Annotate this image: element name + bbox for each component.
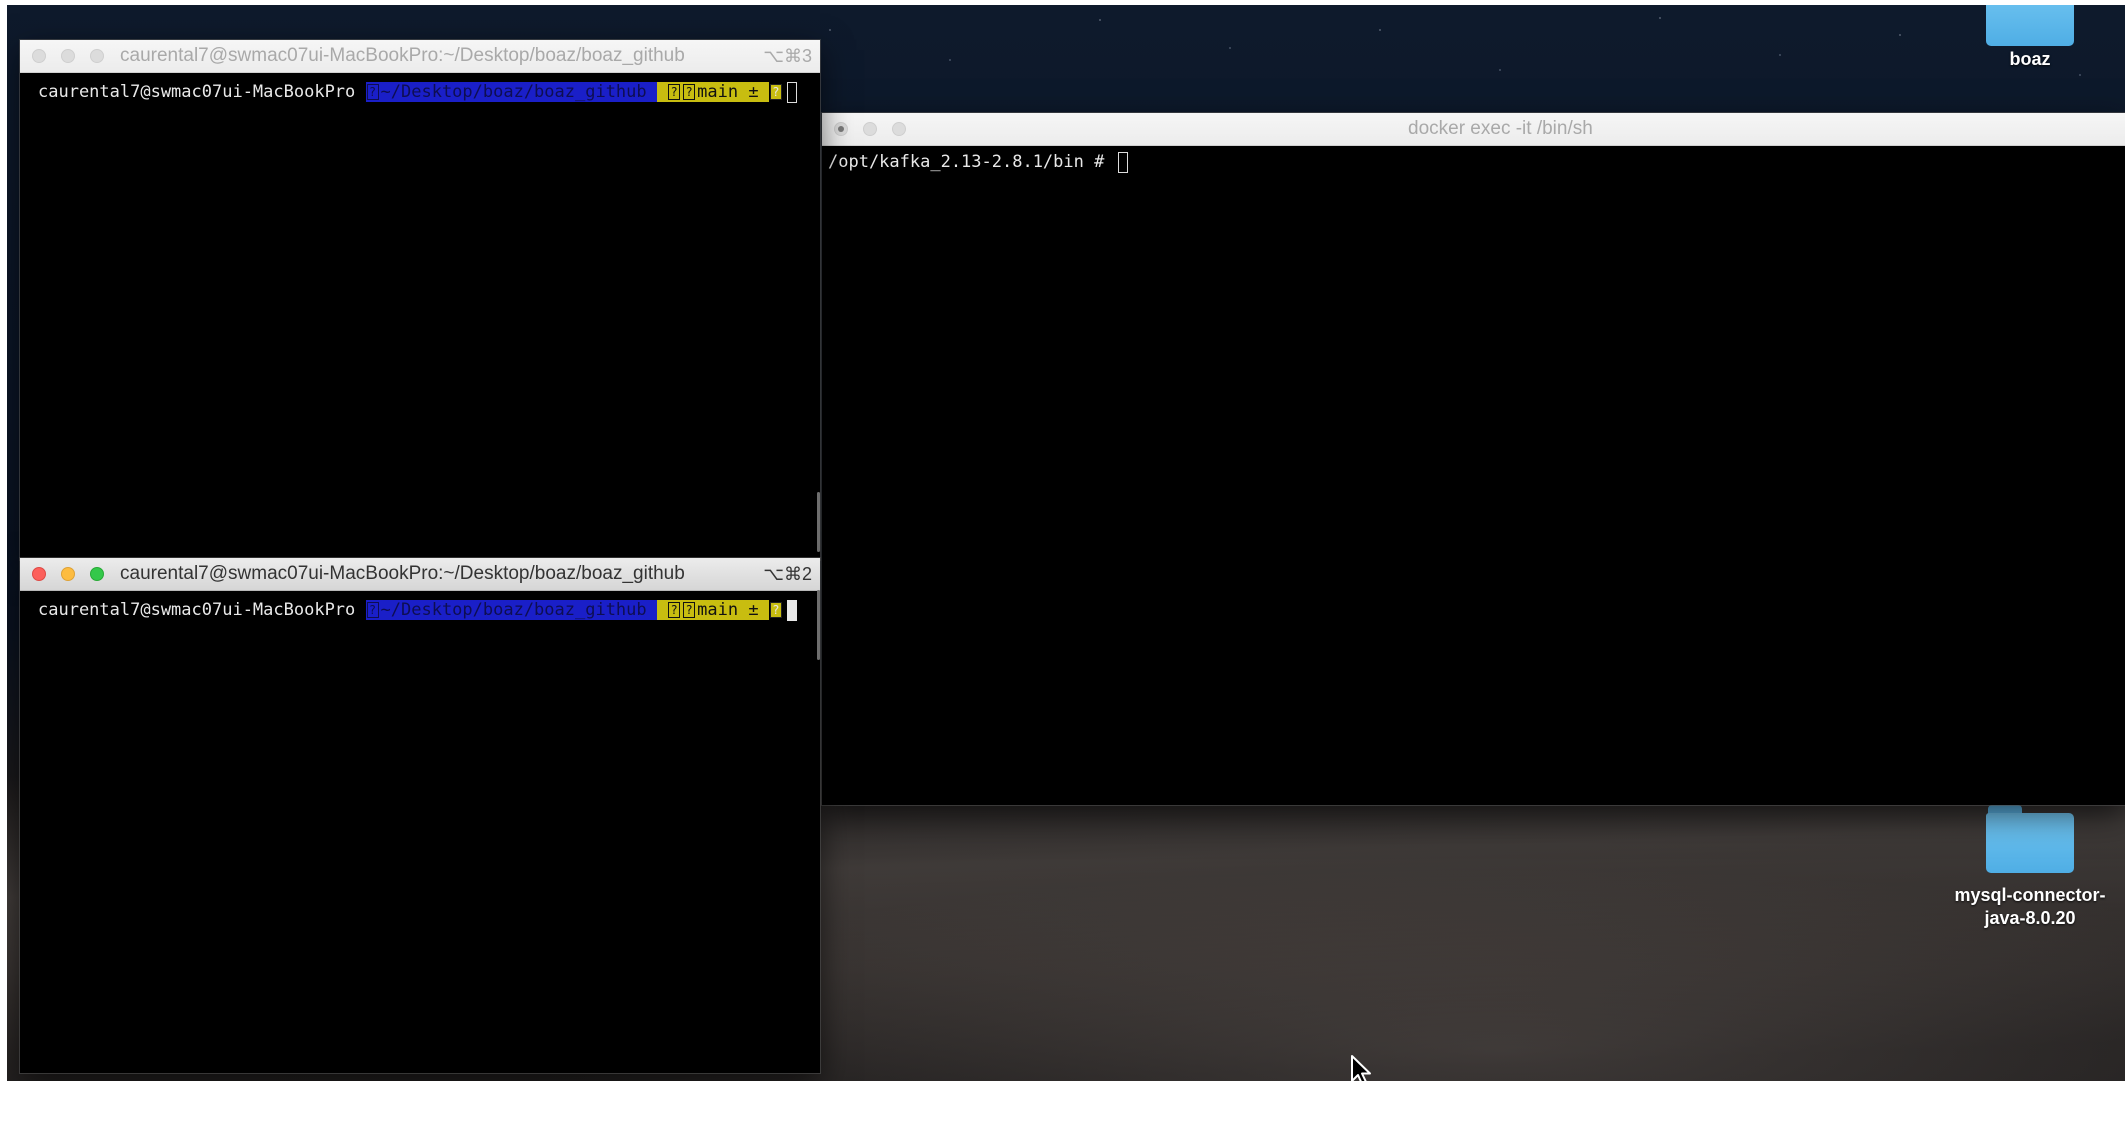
window-controls xyxy=(32,49,119,63)
prompt-git-branch: main ± xyxy=(697,82,759,102)
window-controls xyxy=(32,567,119,581)
prompt-git-branch: main ± xyxy=(697,600,759,620)
zoom-button[interactable] xyxy=(90,567,104,581)
window-shortcut: ⌥⌘3 xyxy=(763,46,812,66)
desktop-icon-label: boaz xyxy=(2009,49,2051,69)
unknown-glyph-icon: ? xyxy=(366,602,379,618)
zoom-button[interactable] xyxy=(892,122,906,136)
window-title: caurental7@swmac07ui-MacBookPro:~/Deskto… xyxy=(120,563,685,584)
terminal-cursor xyxy=(786,599,797,621)
shell-prompt: /opt/kafka_2.13-2.8.1/bin # xyxy=(828,152,1105,172)
terminal-content[interactable]: caurental7@swmac07ui-MacBookPro ? ~/Deskt… xyxy=(20,72,820,560)
prompt-path: ~/Desktop/boaz/boaz_github xyxy=(380,600,647,620)
folder-icon xyxy=(1986,805,2074,873)
unknown-glyph-icon: ? xyxy=(769,602,782,618)
terminal-content[interactable]: /opt/kafka_2.13-2.8.1/bin # xyxy=(822,145,2125,805)
prompt-git-segment: ?? main ± xyxy=(656,82,769,102)
titlebar[interactable]: caurental7@swmac07ui-MacBookPro:~/Deskto… xyxy=(20,558,820,591)
window-title: docker exec -it /bin/sh xyxy=(1408,118,1593,139)
scrollbar-thumb[interactable] xyxy=(817,590,820,660)
minimize-button[interactable] xyxy=(61,567,75,581)
desktop-icon-label-line2: java-8.0.20 xyxy=(1984,908,2076,928)
terminal-window-top[interactable]: caurental7@swmac07ui-MacBookPro:~/Deskto… xyxy=(20,40,820,560)
close-button[interactable] xyxy=(32,567,46,581)
zoom-button[interactable] xyxy=(90,49,104,63)
minimize-button[interactable] xyxy=(863,122,877,136)
terminal-cursor xyxy=(786,81,797,103)
prompt-path: ~/Desktop/boaz/boaz_github xyxy=(380,82,647,102)
prompt-path-segment: ? ~/Desktop/boaz/boaz_github xyxy=(365,82,657,102)
unknown-glyph-icon: ? xyxy=(769,84,782,100)
minimize-button[interactable] xyxy=(61,49,75,63)
window-title: caurental7@swmac07ui-MacBookPro:~/Deskto… xyxy=(120,45,685,66)
scrollbar-thumb[interactable] xyxy=(817,492,820,552)
terminal-cursor xyxy=(1117,151,1128,173)
desktop-icon-label-line1: mysql-connector- xyxy=(1954,885,2106,905)
terminal-content[interactable]: caurental7@swmac07ui-MacBookPro ? ~/Deskt… xyxy=(20,590,820,1073)
prompt-user-host: caurental7@swmac07ui-MacBookPro xyxy=(38,600,356,620)
unknown-glyph-icon: ? xyxy=(366,84,379,100)
desktop-icon-mysql-connector[interactable]: mysql-connector- java-8.0.20 xyxy=(1940,805,2120,930)
unknown-glyph-icon: ? xyxy=(668,84,681,100)
titlebar[interactable]: caurental7@swmac07ui-MacBookPro:~/Deskto… xyxy=(20,40,820,73)
unknown-glyph-icon: ? xyxy=(683,602,696,618)
screen-border-top xyxy=(0,0,2125,5)
screen-border-bottom xyxy=(0,1081,2125,1139)
close-button[interactable] xyxy=(834,122,848,136)
prompt-user-host: caurental7@swmac07ui-MacBookPro xyxy=(38,82,356,102)
folder-icon xyxy=(1986,0,2074,46)
unknown-glyph-icon: ? xyxy=(668,602,681,618)
window-controls xyxy=(834,122,921,136)
close-button[interactable] xyxy=(32,49,46,63)
prompt-git-segment: ?? main ± xyxy=(656,600,769,620)
terminal-window-docker[interactable]: docker exec -it /bin/sh /opt/kafka_2.13-… xyxy=(822,113,2125,805)
titlebar[interactable]: docker exec -it /bin/sh xyxy=(822,113,2125,146)
desktop-icon-boaz[interactable]: boaz xyxy=(1980,0,2080,69)
screen-border-left xyxy=(0,0,7,1139)
unknown-glyph-icon: ? xyxy=(683,84,696,100)
prompt-path-segment: ? ~/Desktop/boaz/boaz_github xyxy=(365,600,657,620)
window-shortcut: ⌥⌘2 xyxy=(763,564,812,584)
terminal-window-bottom[interactable]: caurental7@swmac07ui-MacBookPro:~/Deskto… xyxy=(20,558,820,1073)
